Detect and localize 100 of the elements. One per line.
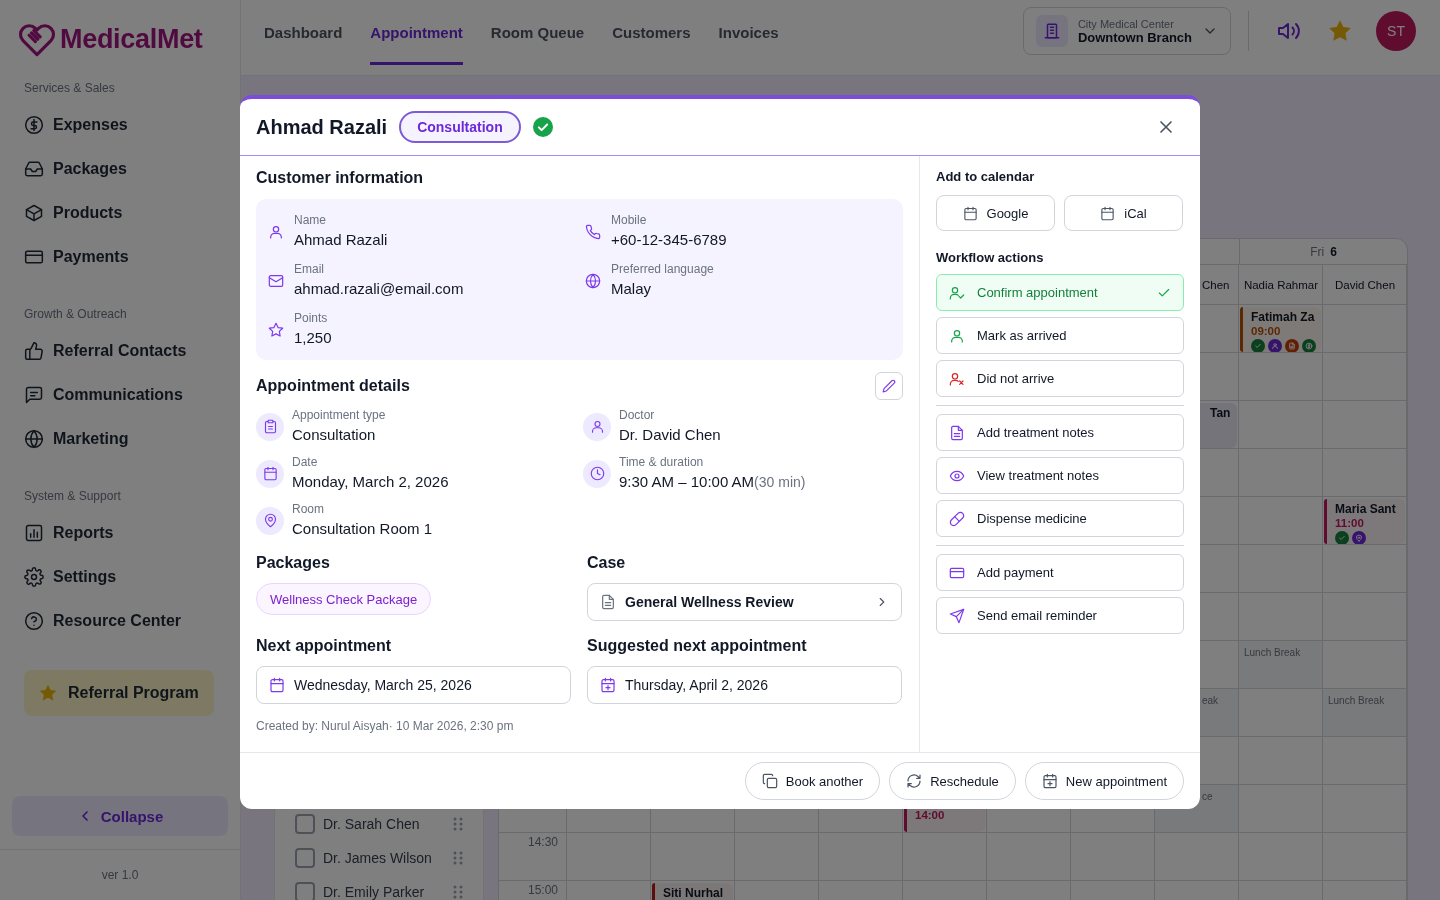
document-icon	[949, 424, 965, 441]
branch-name: Downtown Branch	[1077, 29, 1192, 45]
star-icon	[38, 683, 58, 703]
created-by-text: Created by: Nurul Aisyah· 10 Mar 2026, 2:30 pm	[256, 719, 515, 733]
sidebar-item[interactable]: Products	[0, 191, 240, 235]
referral-program-button[interactable]: Referral Program	[24, 670, 214, 716]
settings-icon	[24, 567, 44, 587]
card-icon	[24, 247, 44, 267]
nav-tab[interactable]: Appointment	[370, 0, 463, 65]
section-heading: Add to calendar	[936, 169, 1036, 185]
event-patient-name: Fatimah Za	[1251, 310, 1316, 324]
user-avatar[interactable]: ST	[1376, 11, 1416, 51]
field-value: Monday, March 2, 2026	[292, 472, 449, 492]
organization-name: City Medical Center	[1077, 17, 1175, 30]
help-icon	[24, 611, 44, 631]
field-value: 1,250	[294, 328, 332, 348]
branch-selector[interactable]: City Medical Center Downtown Branch	[1023, 7, 1231, 55]
section-heading: Appointment details	[256, 376, 410, 396]
field-label: Mobile	[611, 213, 648, 227]
field-value: Consultation Room 1	[292, 519, 433, 539]
nav-tab[interactable]: Customers	[612, 0, 691, 65]
map-pin-icon	[262, 513, 278, 528]
field-value: 9:30 AM – 10:00 AM	[619, 472, 755, 492]
sidebar-item[interactable]: Payments	[0, 235, 240, 279]
event-patient-name: Maria Sant	[1335, 502, 1396, 516]
event-time: 11:00	[1335, 517, 1365, 529]
sidebar-item[interactable]: Resource Center	[0, 599, 240, 643]
field-label: Name	[294, 213, 327, 227]
event-time: 09:00	[1251, 325, 1282, 337]
field-label: Date	[292, 455, 319, 469]
checkbox[interactable]	[295, 848, 315, 868]
field-value: +60-12-345-6789	[611, 230, 727, 250]
workflow-action-button[interactable]: View treatment notes	[936, 457, 1184, 494]
section-heading: Packages	[256, 553, 330, 573]
clipboard-icon	[262, 419, 278, 434]
calendar-export-button[interactable]: iCal	[1064, 195, 1183, 231]
field-label: Doctor	[619, 408, 656, 422]
calendar-icon	[1100, 205, 1116, 221]
sidebar-item[interactable]: Packages	[0, 147, 240, 191]
drag-handle-icon[interactable]	[453, 885, 463, 899]
calendar-export-button[interactable]: Google	[936, 195, 1055, 231]
chart-icon	[24, 523, 44, 543]
nav-tab[interactable]: Invoices	[718, 0, 779, 65]
version-label: ver 1.0	[101, 868, 139, 882]
section-label: Growth & Outreach	[23, 307, 128, 321]
field-label: Points	[294, 311, 329, 325]
date-field[interactable]: Thursday, April 2, 2026	[587, 666, 902, 704]
nav-tab[interactable]: Room Queue	[490, 0, 585, 65]
drag-handle-icon[interactable]	[453, 851, 463, 865]
clock-icon	[589, 466, 605, 481]
sidebar-item[interactable]: Expenses	[0, 103, 240, 147]
duration-note: (30 min)	[754, 474, 806, 490]
sidebar-item[interactable]: Referral Contacts	[0, 329, 240, 373]
package-tag: Wellness Check Package	[256, 583, 432, 615]
favorite-button[interactable]	[1327, 18, 1353, 44]
section-heading: Workflow actions	[936, 250, 1045, 266]
workflow-action-button[interactable]: Did not arrive	[936, 360, 1184, 397]
date-field[interactable]: Wednesday, March 25, 2026	[256, 666, 571, 704]
field-value: Ahmad Razali	[294, 230, 388, 250]
phone-icon	[585, 223, 601, 240]
break-slot: Lunch Break	[1239, 641, 1323, 689]
calendar-icon	[962, 205, 978, 221]
sidebar-item[interactable]: Communications	[0, 373, 240, 417]
weekday-label: Fri	[1310, 244, 1325, 259]
checkbox[interactable]	[295, 882, 315, 900]
checkbox[interactable]	[295, 814, 315, 834]
field-value: ahmad.razali@email.com	[294, 279, 464, 299]
footer-button[interactable]: Reschedule	[889, 762, 1016, 800]
box-icon	[24, 203, 44, 223]
nav-tab[interactable]: Dashboard	[264, 0, 343, 65]
sidebar-item[interactable]: Marketing	[0, 417, 240, 461]
pill-icon	[949, 510, 965, 527]
workflow-action-button[interactable]: Mark as arrived	[936, 317, 1184, 354]
collapse-button[interactable]: Collapse	[12, 796, 228, 836]
doctor-column-header: Chen	[1202, 279, 1230, 291]
document-icon	[600, 594, 616, 610]
workflow-action-button[interactable]: Confirm appointment	[936, 274, 1184, 311]
drag-handle-icon[interactable]	[453, 817, 463, 831]
person-icon	[268, 223, 284, 240]
send-icon	[949, 607, 965, 624]
event-patient-name: Tan	[1210, 406, 1231, 420]
calendar-icon	[262, 466, 278, 481]
sidebar-item[interactable]: Settings	[0, 555, 240, 599]
workflow-action-button[interactable]: Send email reminder	[936, 597, 1184, 634]
workflow-action-button[interactable]: Dispense medicine	[936, 500, 1184, 537]
doctor-name: Dr. Sarah Chen	[323, 816, 421, 832]
edit-button[interactable]	[875, 372, 903, 400]
footer-button[interactable]: Book another	[744, 762, 881, 800]
workflow-action-button[interactable]: Add treatment notes	[936, 414, 1184, 451]
sidebar-item[interactable]: Reports	[0, 511, 240, 555]
case-link[interactable]: General Wellness Review	[587, 583, 902, 621]
pencil-icon	[882, 379, 896, 393]
footer-button[interactable]: New appointment	[1024, 762, 1184, 800]
mail-icon	[268, 272, 284, 289]
doctor-name: Dr. James Wilson	[323, 850, 433, 866]
doctor-name: Dr. Emily Parker	[323, 884, 426, 900]
building-icon	[1042, 22, 1061, 40]
doctor-column-header: David Chen	[1334, 279, 1396, 291]
globe-icon	[24, 429, 44, 449]
workflow-action-button[interactable]: Add payment	[936, 554, 1184, 591]
